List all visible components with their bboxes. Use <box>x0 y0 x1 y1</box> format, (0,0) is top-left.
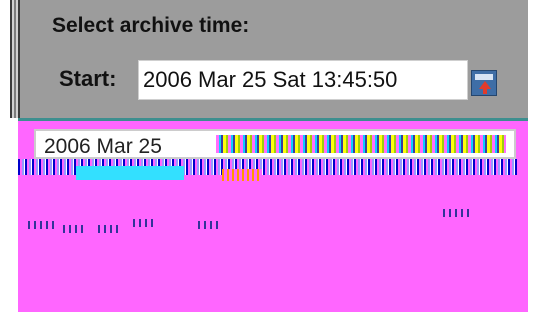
render-artifact-dots <box>443 209 473 217</box>
render-artifact <box>216 135 506 153</box>
start-time-input[interactable]: 2006 Mar 25 Sat 13:45:50 <box>138 60 468 100</box>
calendar-picker-icon <box>475 74 493 80</box>
archive-time-title: Select archive time: <box>52 14 250 37</box>
render-artifact-dots <box>133 219 153 227</box>
window-edge-rule <box>10 0 20 118</box>
render-artifact-dots <box>98 225 118 233</box>
start-label: Start: <box>59 66 117 91</box>
calendar-popup[interactable]: 2006 Mar 25 <box>18 118 528 312</box>
render-artifact-bar <box>76 166 184 180</box>
render-artifact-dots <box>222 169 262 181</box>
render-artifact-dots <box>63 225 83 233</box>
render-artifact-dots <box>198 221 218 229</box>
archive-time-dialog: Select archive time: Start: 2006 Mar 25 … <box>0 0 533 313</box>
calendar-picker-button[interactable] <box>471 70 497 96</box>
up-arrow-stem <box>483 88 487 94</box>
render-artifact-dots <box>28 221 58 229</box>
popup-date-text: 2006 Mar 25 <box>44 135 162 158</box>
popup-date-field[interactable]: 2006 Mar 25 <box>34 129 516 159</box>
